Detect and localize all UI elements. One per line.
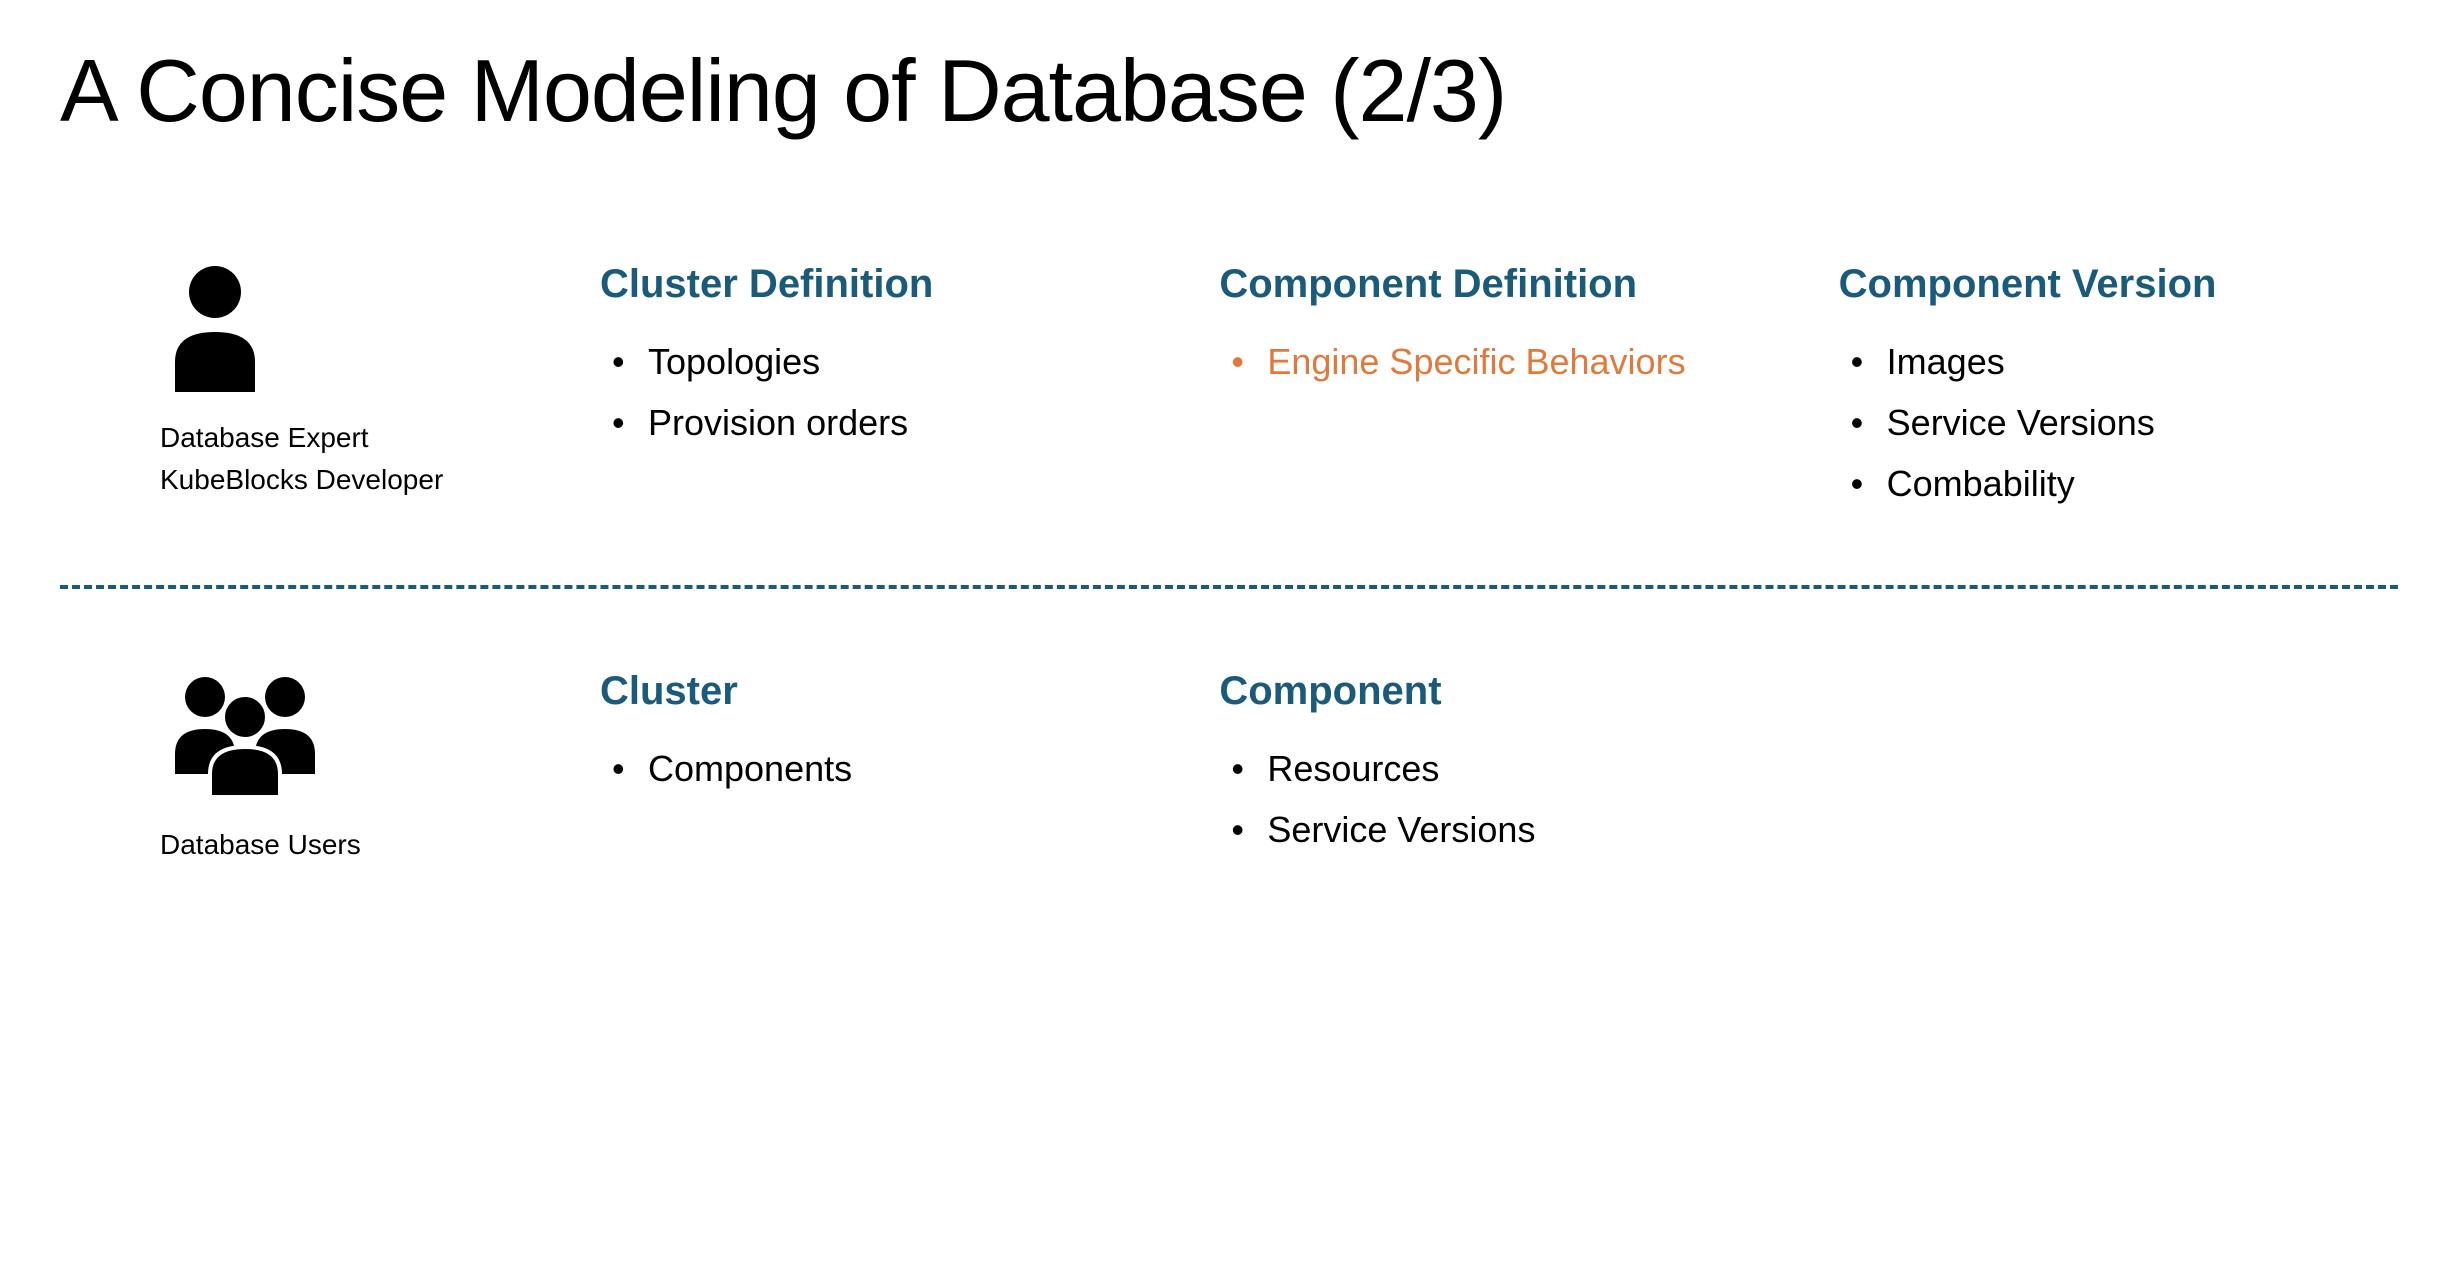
persona-label-2: KubeBlocks Developer bbox=[160, 459, 540, 501]
persona-expert: Database Expert KubeBlocks Developer bbox=[160, 262, 540, 501]
persona-users: Database Users bbox=[160, 669, 540, 866]
col-heading: Component Version bbox=[1839, 262, 2398, 307]
component-version-col: Component Version Images Service Version… bbox=[1839, 262, 2398, 515]
list-item: Service Versions bbox=[1839, 392, 2398, 453]
persona-label-1: Database Users bbox=[160, 824, 540, 866]
list-item: Service Versions bbox=[1219, 799, 1778, 860]
col-heading: Cluster bbox=[600, 669, 1159, 714]
col-list: Images Service Versions Combability bbox=[1839, 331, 2398, 515]
list-item: Components bbox=[600, 738, 1159, 799]
slide-title: A Concise Modeling of Database (2/3) bbox=[60, 40, 2398, 142]
bottom-row: Database Users Cluster Components Compon… bbox=[60, 669, 2398, 866]
dashed-divider bbox=[60, 585, 2398, 589]
people-group-icon bbox=[160, 669, 540, 804]
col-heading: Cluster Definition bbox=[600, 262, 1159, 307]
component-col: Component Resources Service Versions bbox=[1219, 669, 1778, 860]
col-list: Components bbox=[600, 738, 1159, 799]
list-item: Provision orders bbox=[600, 392, 1159, 453]
list-item: Engine Specific Behaviors bbox=[1219, 331, 1778, 392]
list-item: Images bbox=[1839, 331, 2398, 392]
cluster-definition-col: Cluster Definition Topologies Provision … bbox=[600, 262, 1159, 453]
slide-content: Database Expert KubeBlocks Developer Clu… bbox=[60, 262, 2398, 866]
list-item: Topologies bbox=[600, 331, 1159, 392]
col-list: Topologies Provision orders bbox=[600, 331, 1159, 453]
list-item: Combability bbox=[1839, 453, 2398, 514]
person-icon bbox=[160, 262, 540, 397]
list-item: Resources bbox=[1219, 738, 1778, 799]
persona-label-1: Database Expert bbox=[160, 417, 540, 459]
component-definition-col: Component Definition Engine Specific Beh… bbox=[1219, 262, 1778, 392]
col-heading: Component bbox=[1219, 669, 1778, 714]
col-heading: Component Definition bbox=[1219, 262, 1778, 307]
top-row: Database Expert KubeBlocks Developer Clu… bbox=[60, 262, 2398, 515]
col-list: Resources Service Versions bbox=[1219, 738, 1778, 860]
col-list: Engine Specific Behaviors bbox=[1219, 331, 1778, 392]
cluster-col: Cluster Components bbox=[600, 669, 1159, 799]
